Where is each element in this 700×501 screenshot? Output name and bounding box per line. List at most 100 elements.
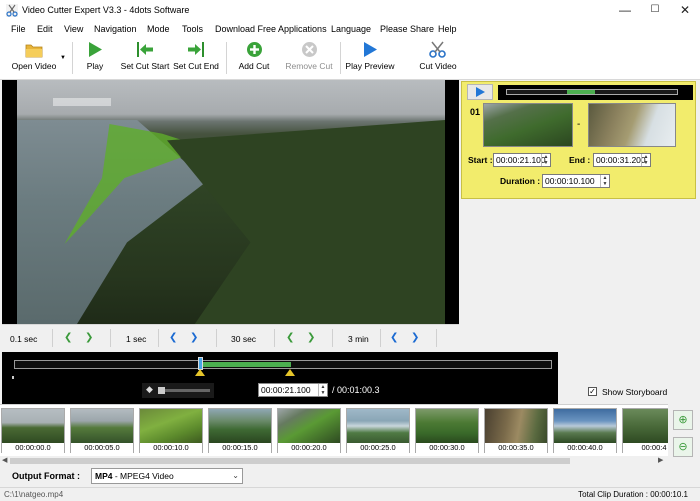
menu-help[interactable]: Help: [438, 24, 457, 34]
storyboard-thumbnail[interactable]: 00:00:25.0: [346, 408, 410, 453]
toolbar-separator: [340, 42, 341, 74]
segment-number: 01: [470, 107, 481, 117]
timeline-track[interactable]: [14, 360, 552, 369]
step-forward-0-1-sec-icon[interactable]: ❯: [85, 332, 93, 343]
video-frame: [17, 80, 445, 324]
timeline[interactable]: ◆ 00:00:21.100 ▲ ▼ / 00:01:00.3: [2, 352, 558, 404]
minimize-button[interactable]: —: [610, 0, 640, 20]
checkbox-box[interactable]: ✓: [588, 387, 597, 396]
scrollbar-thumb[interactable]: [10, 458, 570, 464]
step-forward-1-sec-icon[interactable]: ❯: [190, 332, 198, 343]
end-time-spinner[interactable]: ▲ ▼: [641, 154, 650, 166]
title-bar: Video Cutter Expert V3.3 - 4dots Softwar…: [0, 0, 700, 22]
step-back-30-sec-icon[interactable]: ❮: [286, 332, 294, 343]
output-format-select[interactable]: MP4 - MPEG4 Video ⌄: [91, 468, 243, 484]
storyboard-thumbnail[interactable]: 00:00:00.0: [1, 408, 65, 453]
duration-spinner[interactable]: ▲ ▼: [600, 175, 609, 187]
menu-download[interactable]: Download Free Applications: [215, 24, 327, 34]
storyboard-thumbnail[interactable]: 00:00:35.0: [484, 408, 548, 453]
step-separator: [110, 329, 111, 347]
set-cut-end-button[interactable]: Set Cut End: [172, 40, 220, 76]
menu-language[interactable]: Language: [331, 24, 371, 34]
step-forward-3-min-icon[interactable]: ❯: [411, 332, 419, 343]
end-label: End :: [569, 155, 591, 165]
play-preview-button[interactable]: Play Preview: [345, 40, 395, 76]
segment-play-button[interactable]: [467, 84, 493, 100]
step-back-3-min-icon[interactable]: ❮: [390, 332, 398, 343]
add-cut-button[interactable]: Add Cut: [236, 40, 272, 76]
storyboard-thumbnail[interactable]: 00:00:40.0: [553, 408, 617, 453]
remove-cut-button[interactable]: Remove Cut: [284, 40, 334, 76]
menu-please-share[interactable]: Please Share: [380, 24, 434, 34]
open-video-button[interactable]: Open Video: [6, 40, 62, 76]
scroll-left-icon[interactable]: ◀: [2, 456, 7, 464]
duration-label: Duration :: [500, 176, 541, 186]
open-video-dropdown-icon[interactable]: ▼: [60, 55, 66, 61]
set-cut-start-button[interactable]: Set Cut Start: [120, 40, 170, 76]
step-label-3-min: 3 min: [348, 334, 369, 344]
cut-end-icon: [188, 42, 204, 57]
format-name: MP4: [95, 471, 113, 481]
segment-dash: -: [577, 119, 581, 130]
cut-range-fill: [201, 362, 291, 367]
menu-navigation[interactable]: Navigation: [94, 24, 137, 34]
step-separator: [274, 329, 275, 347]
toolbar-separator: [226, 42, 227, 74]
maximize-button[interactable]: ☐: [640, 0, 670, 20]
thumbnail-image: [347, 409, 409, 443]
output-format-label: Output Format :: [12, 471, 80, 481]
close-button[interactable]: ✕: [670, 0, 700, 20]
zoom-out-icon: ⊖: [678, 441, 688, 453]
zoom-in-button[interactable]: ⊕: [673, 410, 693, 430]
storyboard-thumbnail[interactable]: 00:00:4: [622, 408, 668, 453]
menu-mode[interactable]: Mode: [147, 24, 170, 34]
video-preview[interactable]: [2, 80, 459, 324]
cut-start-marker-icon[interactable]: [195, 369, 205, 376]
play-button[interactable]: Play: [80, 40, 110, 76]
play-icon: [89, 42, 102, 57]
step-forward-30-sec-icon[interactable]: ❯: [307, 332, 315, 343]
storyboard-thumbnail[interactable]: 00:00:20.0: [277, 408, 341, 453]
toolbar-separator: [72, 42, 73, 74]
scroll-right-icon[interactable]: ▶: [658, 456, 663, 464]
step-separator: [436, 329, 437, 347]
volume-knob[interactable]: [158, 387, 165, 394]
storyboard-thumbnail[interactable]: 00:00:30.0: [415, 408, 479, 453]
segment-progress[interactable]: [498, 85, 693, 100]
thumbnail-image: [623, 409, 668, 443]
step-label-0-1-sec: 0.1 sec: [10, 334, 38, 344]
menu-view[interactable]: View: [64, 24, 83, 34]
menu-bar: File Edit View Navigation Mode Tools Dow…: [0, 22, 700, 38]
cut-end-marker-icon[interactable]: [285, 369, 295, 376]
format-description: - MPEG4 Video: [112, 471, 174, 481]
zoom-out-button[interactable]: ⊖: [673, 437, 693, 457]
window-title: Video Cutter Expert V3.3 - 4dots Softwar…: [22, 5, 190, 15]
play-icon: [476, 87, 485, 97]
thumbnail-image: [554, 409, 616, 443]
folder-icon: [25, 44, 43, 58]
step-back-0-1-sec-icon[interactable]: ❮: [64, 332, 72, 343]
menu-tools[interactable]: Tools: [182, 24, 203, 34]
thumbnail-image: [71, 409, 133, 443]
step-label-1-sec: 1 sec: [126, 334, 147, 344]
menu-edit[interactable]: Edit: [37, 24, 53, 34]
start-label: Start :: [468, 155, 493, 165]
menu-file[interactable]: File: [11, 24, 26, 34]
step-separator: [52, 329, 53, 347]
storyboard-thumbnail[interactable]: 00:00:05.0: [70, 408, 134, 453]
segment-progress-track: [506, 89, 678, 95]
cut-segment[interactable]: 01 - Start : 00:00:21.100 ▲ ▼ End : 00:00…: [461, 81, 696, 199]
current-time-field[interactable]: 00:00:21.100 ▲ ▼: [258, 383, 328, 397]
step-back-1-sec-icon[interactable]: ❮: [169, 332, 177, 343]
end-time-field[interactable]: 00:00:31.200 ▲ ▼: [593, 153, 651, 167]
storyboard-thumbnail[interactable]: 00:00:10.0: [139, 408, 203, 453]
current-time-spinner[interactable]: ▲ ▼: [318, 384, 327, 396]
start-time-field[interactable]: 00:00:21.100 ▲ ▼: [493, 153, 551, 167]
start-time-spinner[interactable]: ▲ ▼: [541, 154, 550, 166]
cut-video-button[interactable]: Cut Video: [416, 40, 460, 76]
volume-slider[interactable]: ◆: [142, 383, 214, 398]
storyboard-scrollbar[interactable]: ◀ ▶: [0, 456, 668, 465]
duration-field[interactable]: 00:00:10.100 ▲ ▼: [542, 174, 610, 188]
step-separator: [216, 329, 217, 347]
storyboard-thumbnail[interactable]: 00:00:15.0: [208, 408, 272, 453]
